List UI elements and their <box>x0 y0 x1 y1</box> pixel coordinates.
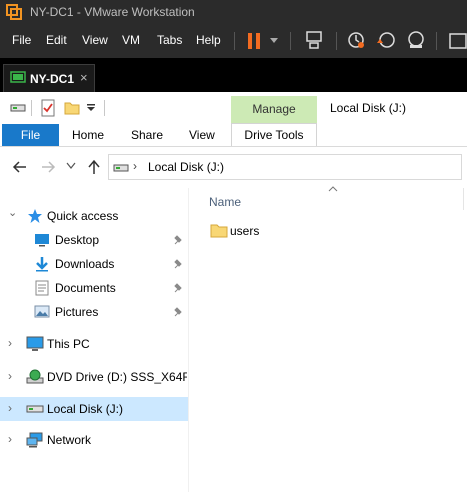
drive-icon <box>113 164 129 172</box>
sidebar-item-this-pc[interactable]: › This PC <box>0 332 188 356</box>
pane-divider <box>188 188 189 492</box>
ribbon-location-title: Local Disk (J:) <box>330 101 407 115</box>
view-toggle-icon[interactable] <box>448 32 467 50</box>
list-item[interactable]: users <box>205 219 325 241</box>
sidebar-item-label: Pictures <box>55 305 99 319</box>
snapshot-icon[interactable] <box>346 30 366 50</box>
dvd-drive-icon <box>26 369 44 384</box>
sidebar-item-label: This PC <box>47 337 90 351</box>
tab-share[interactable]: Share <box>131 128 163 142</box>
folder-icon <box>210 224 228 238</box>
address-bar[interactable]: › Local Disk (J:) <box>108 154 462 180</box>
chevron-right-icon[interactable]: › <box>8 432 12 446</box>
properties-icon[interactable] <box>40 99 56 117</box>
sidebar-item-label: Documents <box>55 281 116 295</box>
chevron-right-icon[interactable]: › <box>8 369 12 383</box>
sidebar-item-local-disk[interactable]: › Local Disk (J:) <box>0 397 188 421</box>
sidebar-item-desktop[interactable]: Desktop <box>0 228 188 252</box>
drive-icon[interactable] <box>10 101 26 113</box>
qat-separator <box>31 100 32 116</box>
column-divider[interactable] <box>463 188 464 210</box>
window-title: NY-DC1 - VMware Workstation <box>30 5 195 19</box>
pin-icon[interactable] <box>174 259 184 269</box>
chevron-down-icon[interactable]: ⌄ <box>8 206 17 219</box>
vmware-menu-bar: File Edit View VM Tabs Help <box>0 24 467 58</box>
breadcrumb-local-disk[interactable]: Local Disk (J:) <box>148 160 224 174</box>
download-arrow-icon <box>36 257 48 272</box>
star-icon <box>28 209 42 223</box>
menu-edit[interactable]: Edit <box>46 33 67 47</box>
menu-vm[interactable]: VM <box>122 33 140 47</box>
qat-customize-icon[interactable] <box>86 103 96 113</box>
toolbar-separator <box>290 32 291 50</box>
sidebar-item-label: Local Disk (J:) <box>47 402 124 416</box>
toolbar-separator <box>234 32 235 50</box>
sidebar-item-pictures[interactable]: Pictures <box>0 300 188 324</box>
back-arrow-icon[interactable] <box>12 160 28 174</box>
file-name: users <box>230 224 260 238</box>
sidebar-item-label: Desktop <box>55 233 100 247</box>
vmware-title-bar: NY-DC1 - VMware Workstation <box>0 0 467 24</box>
pin-icon[interactable] <box>174 235 184 245</box>
sidebar-item-network[interactable]: › Network <box>0 428 188 452</box>
drive-icon <box>26 405 44 413</box>
tab-drive-tools[interactable]: Drive Tools <box>231 123 317 146</box>
qat-separator <box>104 100 105 116</box>
pictures-icon <box>34 305 50 318</box>
chevron-right-icon[interactable]: › <box>8 336 12 350</box>
menu-file[interactable]: File <box>12 33 31 47</box>
pause-icon[interactable] <box>246 31 262 51</box>
send-ctrl-alt-del-icon[interactable] <box>304 30 324 50</box>
pin-icon[interactable] <box>174 283 184 293</box>
network-icon <box>26 432 43 448</box>
document-icon <box>35 280 49 296</box>
power-dropdown-icon[interactable] <box>269 37 279 45</box>
chevron-right-icon[interactable]: › <box>8 401 12 415</box>
menu-help[interactable]: Help <box>196 33 221 47</box>
sidebar-item-label: Downloads <box>55 257 115 271</box>
menu-tabs[interactable]: Tabs <box>157 33 182 47</box>
tab-view[interactable]: View <box>189 128 215 142</box>
breadcrumb-separator[interactable]: › <box>133 159 137 173</box>
forward-arrow-icon[interactable] <box>40 160 56 174</box>
sidebar-item-quick-access[interactable]: ⌄ Quick access <box>0 204 188 228</box>
recent-locations-icon[interactable] <box>66 162 76 170</box>
sort-ascending-icon <box>328 186 338 192</box>
tab-home[interactable]: Home <box>72 128 104 142</box>
vmware-logo-icon <box>6 4 22 20</box>
pin-icon[interactable] <box>174 307 184 317</box>
sidebar-item-label: DVD Drive (D:) SSS_X64FREI <box>47 370 187 384</box>
vm-tab[interactable]: NY-DC1 × <box>3 64 95 92</box>
vm-tab-close-icon[interactable]: × <box>80 70 88 85</box>
ribbon-divider <box>0 146 467 147</box>
snapshot-manager-icon[interactable] <box>406 30 426 50</box>
desktop-icon <box>35 234 49 247</box>
menu-view[interactable]: View <box>82 33 108 47</box>
tab-file[interactable]: File <box>2 124 59 146</box>
new-folder-icon[interactable] <box>64 100 80 116</box>
manage-contextual-tab[interactable]: Manage <box>231 96 317 123</box>
column-header-name[interactable]: Name <box>209 195 241 209</box>
toolbar-separator <box>436 32 437 50</box>
sidebar-item-dvd-drive[interactable]: › DVD Drive (D:) SSS_X64FREI <box>0 365 188 389</box>
sidebar-item-documents[interactable]: Documents <box>0 276 188 300</box>
sidebar-item-label: Quick access <box>47 209 119 223</box>
sidebar-item-downloads[interactable]: Downloads <box>0 252 188 276</box>
sidebar-item-label: Network <box>47 433 92 447</box>
revert-snapshot-icon[interactable] <box>376 30 396 50</box>
computer-icon <box>26 336 44 351</box>
up-arrow-icon[interactable] <box>87 159 101 175</box>
vm-icon <box>10 71 26 83</box>
vm-tab-label: NY-DC1 <box>30 72 75 86</box>
toolbar-separator <box>336 32 337 50</box>
